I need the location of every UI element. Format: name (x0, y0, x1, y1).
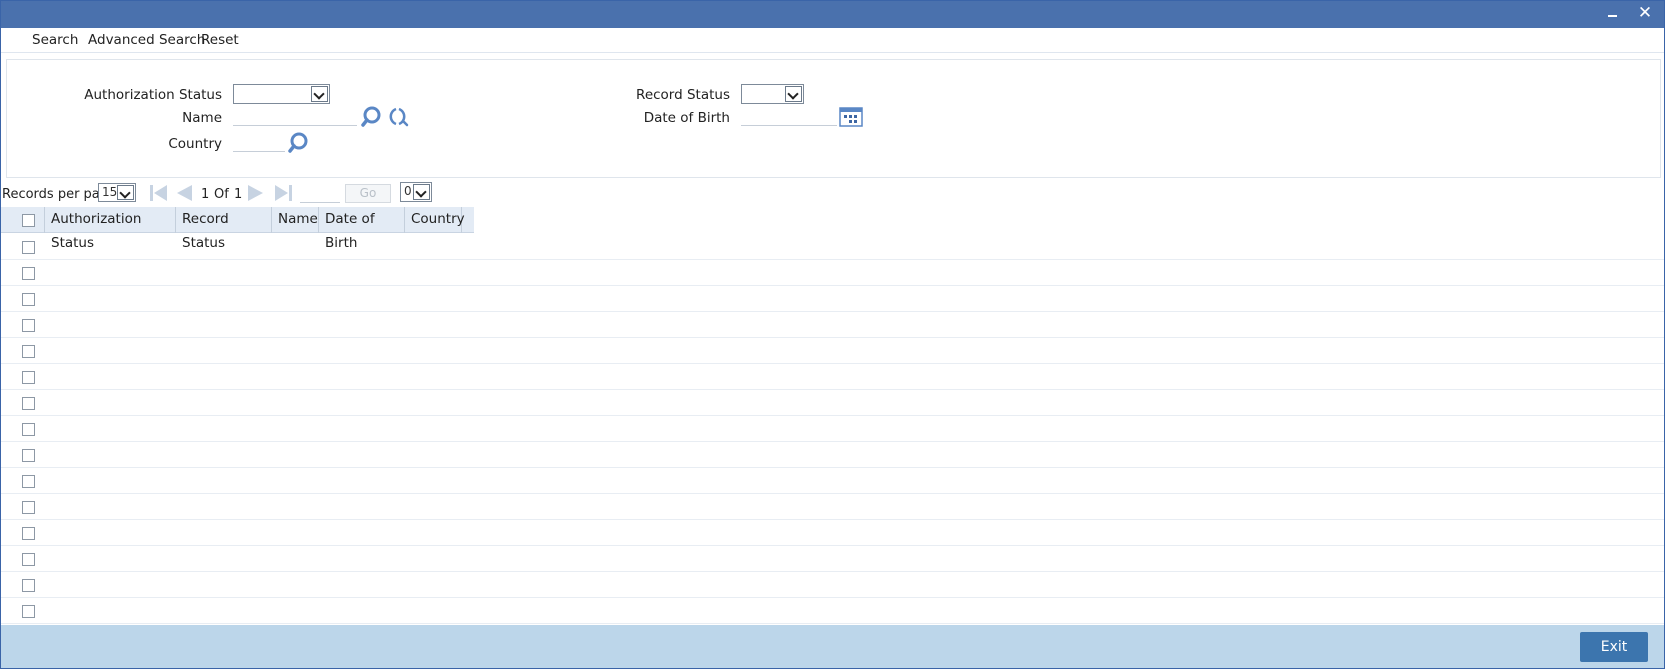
date-of-birth-input[interactable] (741, 106, 837, 126)
table-row[interactable] (1, 494, 1664, 520)
column-header-authorization-status[interactable]: Authorization Status (45, 207, 176, 251)
exit-button[interactable]: Exit (1580, 632, 1648, 662)
search-criteria-panel: Authorization Status Name Country Record… (6, 59, 1661, 178)
select-all-cell (1, 207, 45, 233)
page-select[interactable]: 0 (400, 182, 432, 202)
chevron-down-icon (785, 86, 802, 102)
table-row[interactable] (1, 572, 1664, 598)
first-page-icon[interactable] (148, 183, 170, 203)
row-checkbox[interactable] (22, 293, 35, 306)
advanced-search-menu-item[interactable]: Advanced Search (88, 32, 205, 48)
table-row[interactable] (1, 390, 1664, 416)
go-to-page-input[interactable] (300, 184, 340, 203)
search-window: ✕ Search Advanced Search Reset Authoriza… (0, 0, 1665, 669)
column-header-name[interactable]: Name (272, 207, 319, 233)
table-row[interactable] (1, 442, 1664, 468)
search-menu-item[interactable]: Search (32, 32, 78, 48)
table-row[interactable] (1, 546, 1664, 572)
table-row[interactable] (1, 598, 1664, 624)
table-row[interactable] (1, 312, 1664, 338)
chevron-down-icon (117, 185, 134, 200)
table-row[interactable] (1, 520, 1664, 546)
table-row[interactable] (1, 468, 1664, 494)
records-per-page-select[interactable]: 15 (98, 183, 136, 202)
reset-menu-item[interactable]: Reset (201, 32, 239, 48)
name-label: Name (182, 110, 222, 126)
next-page-icon[interactable] (245, 183, 267, 203)
authorization-status-label: Authorization Status (84, 87, 222, 103)
grid-header: Authorization Status Record Status Name … (1, 207, 474, 251)
table-row[interactable] (1, 286, 1664, 312)
total-pages-number: 1 (234, 187, 243, 202)
footer-bar: Exit (1, 625, 1664, 668)
record-status-select[interactable] (741, 84, 804, 104)
records-per-page-value: 15 (102, 185, 118, 199)
row-checkbox[interactable] (22, 501, 35, 514)
row-checkbox[interactable] (22, 475, 35, 488)
date-of-birth-label: Date of Birth (643, 110, 730, 126)
name-reverse-lookup-icon[interactable] (385, 106, 409, 128)
chevron-down-icon (413, 184, 430, 200)
page-select-value: 0 (404, 184, 412, 198)
close-icon[interactable]: ✕ (1635, 3, 1655, 23)
last-page-icon[interactable] (272, 183, 294, 203)
row-checkbox[interactable] (22, 579, 35, 592)
row-checkbox[interactable] (22, 371, 35, 384)
go-button[interactable]: Go (345, 184, 391, 203)
row-checkbox[interactable] (22, 449, 35, 462)
row-checkbox[interactable] (22, 527, 35, 540)
calendar-icon[interactable] (839, 106, 863, 128)
authorization-status-select[interactable] (233, 84, 330, 104)
column-header-date-of-birth[interactable]: Date of Birth (319, 207, 405, 251)
name-lookup-icon[interactable] (360, 106, 384, 128)
menu-bar: Search Advanced Search Reset (1, 28, 1664, 53)
row-checkbox[interactable] (22, 241, 35, 254)
table-row[interactable] (1, 260, 1664, 286)
table-row[interactable] (1, 234, 1664, 260)
row-checkbox[interactable] (22, 319, 35, 332)
chevron-down-icon (311, 86, 328, 102)
row-checkbox[interactable] (22, 397, 35, 410)
column-header-record-status[interactable]: Record Status (176, 207, 272, 251)
table-row[interactable] (1, 338, 1664, 364)
name-input[interactable] (233, 106, 357, 126)
row-checkbox[interactable] (22, 553, 35, 566)
title-bar: ✕ (1, 1, 1664, 28)
country-label: Country (168, 136, 222, 152)
of-label: Of (214, 187, 229, 202)
previous-page-icon[interactable] (173, 183, 195, 203)
pagination-bar: Records per page 15 1 Of 1 Go 0 (1, 181, 1664, 205)
country-input[interactable] (233, 132, 285, 152)
table-row[interactable] (1, 416, 1664, 442)
select-all-checkbox[interactable] (22, 214, 35, 227)
row-checkbox[interactable] (22, 345, 35, 358)
record-status-label: Record Status (636, 87, 730, 103)
minimize-icon[interactable] (1603, 3, 1623, 23)
country-lookup-icon[interactable] (287, 132, 311, 154)
row-checkbox[interactable] (22, 605, 35, 618)
current-page-number: 1 (201, 187, 210, 202)
column-header-country[interactable]: Country (405, 207, 465, 233)
row-checkbox[interactable] (22, 423, 35, 436)
row-checkbox[interactable] (22, 267, 35, 280)
table-row[interactable] (1, 364, 1664, 390)
